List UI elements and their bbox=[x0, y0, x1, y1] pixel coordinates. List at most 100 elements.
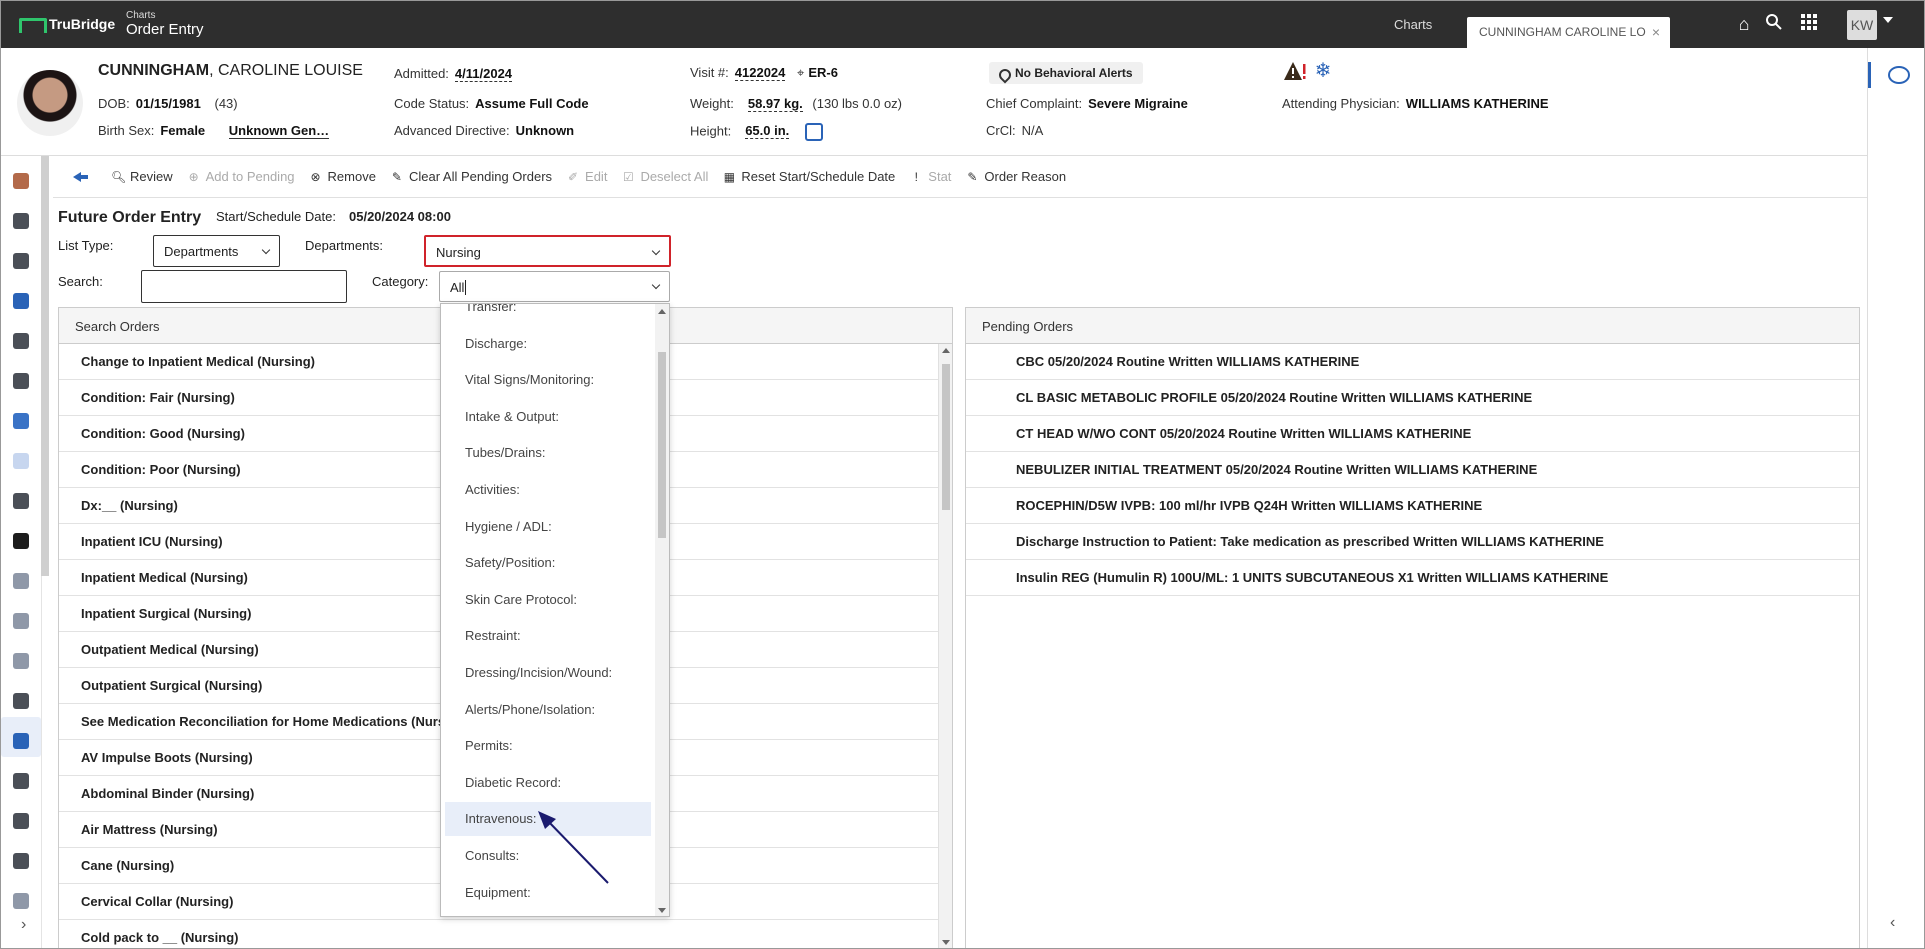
pending-order-row[interactable]: CT HEAD W/WO CONT 05/20/2024 Routine Wri… bbox=[966, 416, 1859, 452]
left-rail-scrollbar[interactable] bbox=[41, 156, 49, 576]
scroll-down-icon[interactable] bbox=[658, 908, 666, 913]
checkbox-icon: ☑ bbox=[623, 169, 634, 184]
order-entry-icon[interactable] bbox=[13, 733, 29, 749]
palette-icon[interactable] bbox=[13, 333, 29, 349]
notes-icon[interactable] bbox=[13, 613, 29, 629]
calendar-icon[interactable] bbox=[13, 293, 29, 309]
visit-value[interactable]: 4122024 bbox=[734, 65, 786, 81]
apps-grid-icon[interactable] bbox=[1798, 13, 1820, 35]
pending-order-row[interactable]: Insulin REG (Humulin R) 100U/ML: 1 UNITS… bbox=[966, 560, 1859, 596]
chevron-left-icon[interactable]: ‹ bbox=[1890, 914, 1895, 932]
category-option[interactable]: Vital Signs/Monitoring: bbox=[445, 363, 651, 397]
text-cursor: ​ bbox=[465, 280, 467, 295]
scroll-up-icon[interactable] bbox=[942, 348, 950, 353]
user-avatar[interactable]: KW bbox=[1847, 10, 1877, 40]
chevron-down-icon[interactable] bbox=[1883, 17, 1893, 23]
help-icon[interactable] bbox=[13, 773, 29, 789]
report-icon[interactable] bbox=[13, 653, 29, 669]
caregiver-icon[interactable] bbox=[13, 493, 29, 509]
brand-name: TruBridge bbox=[49, 16, 116, 32]
reset-date-button[interactable]: ▦ Reset Start/Schedule Date bbox=[722, 169, 896, 184]
chevron-right-icon[interactable]: › bbox=[21, 916, 26, 934]
category-option[interactable]: Safety/Position: bbox=[445, 546, 651, 580]
crcl-field: CrCl: N/A bbox=[986, 123, 1043, 138]
search-input[interactable] bbox=[141, 270, 347, 303]
category-option[interactable]: Hygiene / ADL: bbox=[445, 510, 651, 544]
height-value[interactable]: 65.0 in. bbox=[745, 123, 790, 140]
stat-button[interactable]: ! Stat bbox=[909, 169, 952, 184]
category-select[interactable]: All​ bbox=[439, 271, 670, 302]
list-type-select[interactable]: Departments bbox=[153, 235, 280, 267]
review-button[interactable]: 🔍︎ Review bbox=[111, 169, 173, 184]
broom-icon: ✎ bbox=[391, 169, 402, 184]
left-rail: › bbox=[1, 156, 49, 948]
category-option[interactable]: Diabetic Record: bbox=[445, 766, 651, 800]
pending-order-row[interactable]: NEBULIZER INITIAL TREATMENT 05/20/2024 R… bbox=[966, 452, 1859, 488]
syringe-icon[interactable] bbox=[13, 453, 29, 469]
category-option[interactable]: Activities: bbox=[445, 473, 651, 507]
search-icon[interactable] bbox=[1763, 13, 1785, 35]
app-breadcrumb[interactable]: Charts bbox=[126, 10, 155, 21]
edit-button[interactable]: ✐ Edit bbox=[566, 169, 607, 184]
location-value: ER-6 bbox=[808, 65, 838, 80]
back-arrow-icon[interactable] bbox=[73, 170, 91, 184]
add-to-pending-button[interactable]: ⊕ Add to Pending bbox=[187, 169, 295, 184]
search-order-row[interactable]: Cold pack to __ (Nursing) bbox=[59, 920, 952, 948]
order-reason-button[interactable]: ✎ Order Reason bbox=[965, 169, 1066, 184]
pending-order-row[interactable]: ROCEPHIN/D5W IVPB: 100 ml/hr IVPB Q24H W… bbox=[966, 488, 1859, 524]
globe-icon[interactable] bbox=[13, 373, 29, 389]
pending-order-row[interactable]: CBC 05/20/2024 Routine Written WILLIAMS … bbox=[966, 344, 1859, 380]
clear-all-label: Clear All Pending Orders bbox=[408, 169, 553, 184]
list-type-value: Departments bbox=[164, 244, 239, 259]
pending-order-row[interactable]: Discharge Instruction to Patient: Take m… bbox=[966, 524, 1859, 560]
remove-button[interactable]: ⊗ Remove bbox=[309, 169, 376, 184]
user-settings-icon[interactable] bbox=[13, 853, 29, 869]
clear-all-pending-button[interactable]: ✎ Clear All Pending Orders bbox=[390, 169, 552, 184]
category-option[interactable]: Skin Care Protocol: bbox=[445, 583, 651, 617]
person-icon[interactable] bbox=[13, 173, 29, 189]
height-label: Height: bbox=[690, 123, 732, 139]
refresh-icon[interactable] bbox=[13, 413, 29, 429]
tools-icon[interactable] bbox=[13, 813, 29, 829]
category-option[interactable]: Discharge: bbox=[445, 327, 651, 361]
tab-charts[interactable]: Charts bbox=[1394, 17, 1432, 32]
monitor-icon[interactable] bbox=[13, 533, 29, 549]
category-option[interactable]: Alerts/Phone/Isolation: bbox=[445, 693, 651, 727]
pending-orders-list: CBC 05/20/2024 Routine Written WILLIAMS … bbox=[966, 344, 1859, 596]
document-icon[interactable] bbox=[13, 573, 29, 589]
scale-icon[interactable] bbox=[804, 123, 823, 141]
allergy-snowflake-icon[interactable]: ❄ bbox=[1311, 60, 1335, 82]
pending-order-row[interactable]: CL BASIC METABOLIC PROFILE 05/20/2024 Ro… bbox=[966, 380, 1859, 416]
scroll-thumb[interactable] bbox=[658, 352, 666, 538]
gender-value[interactable]: Unknown Gen… bbox=[228, 123, 330, 139]
tab-patient-chart[interactable]: CUNNINGHAM CAROLINE LO × bbox=[1467, 17, 1670, 48]
warning-icon[interactable] bbox=[1283, 61, 1307, 81]
admitted-value[interactable]: 4/11/2024 bbox=[454, 66, 513, 82]
search-orders-scrollbar[interactable] bbox=[938, 344, 952, 948]
chat-icon[interactable] bbox=[1888, 66, 1910, 84]
departments-select[interactable]: Nursing bbox=[424, 235, 671, 267]
flask-icon[interactable] bbox=[13, 213, 29, 229]
close-icon[interactable]: × bbox=[1652, 24, 1660, 40]
add-pending-label: Add to Pending bbox=[205, 169, 295, 184]
chevron-down-icon bbox=[261, 245, 271, 255]
tab-patient-label: CUNNINGHAM CAROLINE LO bbox=[1479, 25, 1646, 39]
category-dropdown-scrollbar[interactable] bbox=[655, 304, 669, 916]
category-option[interactable]: Tubes/Drains: bbox=[445, 436, 651, 470]
more-icon[interactable] bbox=[13, 893, 29, 909]
behavioral-alerts-badge[interactable]: No Behavioral Alerts bbox=[989, 62, 1143, 84]
home-icon[interactable]: ⌂ bbox=[1733, 13, 1755, 35]
weight-value[interactable]: 58.97 kg. bbox=[747, 96, 803, 112]
category-option[interactable]: Permits: bbox=[445, 729, 651, 763]
category-option[interactable]: Restraint: bbox=[445, 619, 651, 653]
deselect-all-button[interactable]: ☑ Deselect All bbox=[621, 169, 708, 184]
scroll-down-icon[interactable] bbox=[942, 940, 950, 945]
pill-icon[interactable] bbox=[13, 693, 29, 709]
category-option[interactable]: Dressing/Incision/Wound: bbox=[445, 656, 651, 690]
scroll-thumb[interactable] bbox=[942, 364, 950, 510]
scroll-up-icon[interactable] bbox=[658, 309, 666, 314]
category-option[interactable]: Intake & Output: bbox=[445, 400, 651, 434]
category-option[interactable]: Transfer: bbox=[445, 304, 651, 324]
clipboard-icon[interactable] bbox=[13, 253, 29, 269]
brand-logo[interactable]: TruBridge bbox=[19, 16, 116, 33]
